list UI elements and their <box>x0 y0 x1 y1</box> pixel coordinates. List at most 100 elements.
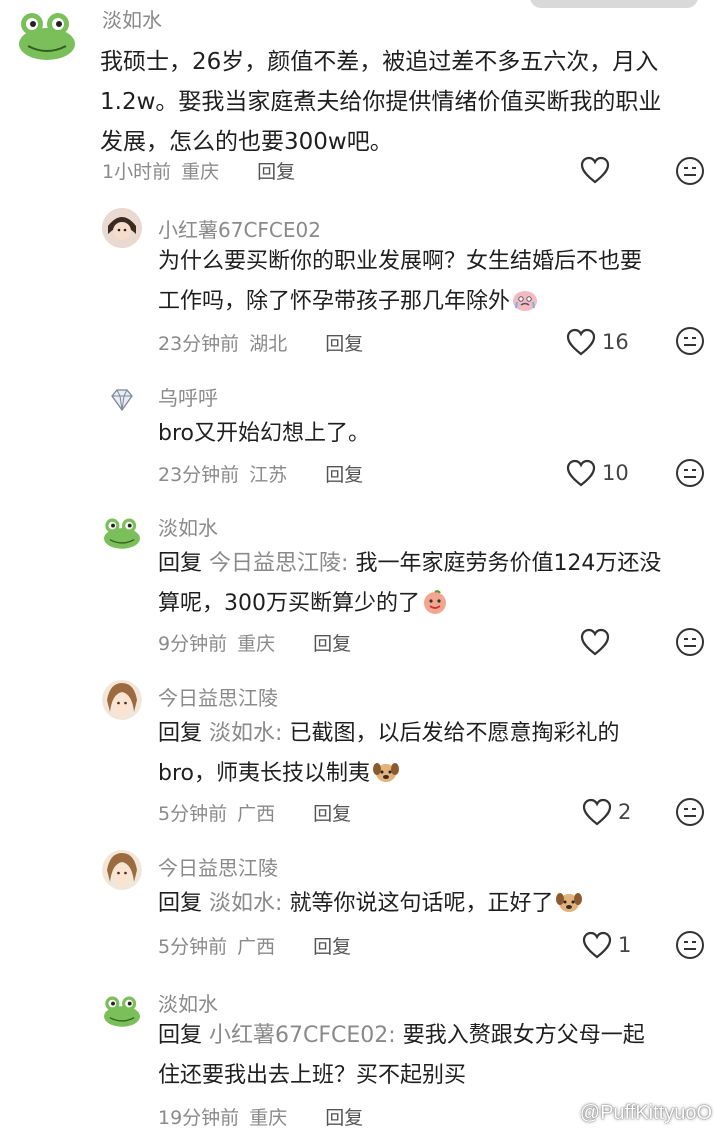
like-button[interactable]: 16 <box>566 328 629 356</box>
meh-face-icon <box>676 327 704 355</box>
comment-location: 重庆 <box>181 161 220 183</box>
avatar[interactable] <box>100 992 144 1028</box>
reply-button[interactable]: 回复 <box>313 803 351 825</box>
avatar[interactable] <box>100 514 144 550</box>
dislike-button[interactable] <box>675 458 705 492</box>
reply-item: 今日益思江陵 回复 淡如水: 已截图，以后发给不愿意掏彩礼的 bro，师夷长技以… <box>0 670 720 840</box>
comment-line: 算呢，300万买断算少的了 <box>158 584 661 628</box>
comment-location: 湖北 <box>249 333 288 355</box>
comment-time: 9分钟前 <box>158 633 228 655</box>
comment-location: 广西 <box>237 936 276 958</box>
diamond-avatar-icon <box>111 389 133 412</box>
reply-button[interactable]: 回复 <box>257 161 295 183</box>
reply-item: 今日益思江陵 回复 淡如水: 就等你说这句话呢，正好了 5分钟前 广西 回复 1 <box>0 840 720 980</box>
comment-line: 回复 今日益思江陵: 我一年家庭劳务价值124万还没 <box>158 544 661 584</box>
meh-face-icon <box>676 157 704 185</box>
comment-meta: 19分钟前 重庆 回复 <box>158 1103 373 1130</box>
reply-button[interactable]: 回复 <box>325 1107 363 1129</box>
comment-text: 回复 淡如水: 已截图，以后发给不愿意掏彩礼的 bro，师夷长技以制夷 <box>158 714 619 798</box>
heart-outline-icon <box>582 931 612 959</box>
reply-target-name[interactable]: 小红薯67CFCE02: <box>209 1023 396 1048</box>
comment-line-text: 要我入赘跟女方父母一起 <box>402 1023 645 1048</box>
comment-author[interactable]: 淡如水 <box>102 4 162 33</box>
comment-time: 5分钟前 <box>158 803 228 825</box>
comment-line-text: 就等你说这句话呢，正好了 <box>289 891 554 916</box>
comment-location: 重庆 <box>237 633 276 655</box>
comment-line: 住还要我出去上班？买不起别买 <box>158 1063 467 1088</box>
comment-author[interactable]: 乌呼呼 <box>158 382 218 411</box>
reply-target-name[interactable]: 淡如水: <box>209 721 282 746</box>
reply-button[interactable]: 回复 <box>325 333 363 355</box>
crying-face-emoji-icon <box>512 286 538 326</box>
comment-location: 重庆 <box>249 1107 288 1129</box>
like-button[interactable] <box>580 628 610 656</box>
reply-button[interactable]: 回复 <box>313 936 351 958</box>
reply-button[interactable]: 回复 <box>325 464 363 486</box>
comment-location: 江苏 <box>249 464 288 486</box>
watermark-text: @PuffKittyuoO <box>579 1102 712 1124</box>
comment-line: bro又开始幻想上了。 <box>158 421 370 446</box>
meh-face-icon <box>676 798 704 826</box>
avatar[interactable] <box>102 680 142 720</box>
girl-avatar-icon <box>102 208 142 248</box>
avatar[interactable] <box>108 386 136 414</box>
comment-text: 回复 淡如水: 就等你说这句话呢，正好了 <box>158 884 583 928</box>
reply-prefix: 回复 <box>158 551 203 576</box>
dislike-button[interactable] <box>675 930 705 964</box>
like-button[interactable]: 10 <box>566 459 629 487</box>
comment-time: 1小时前 <box>102 161 172 183</box>
comment-text: 为什么要买断你的职业发展啊？女生结婚后不也要 工作吗，除了怀孕带孩子那几年除外 <box>158 242 642 326</box>
comment-meta: 5分钟前 广西 回复 <box>158 932 361 959</box>
comment-time: 19分钟前 <box>158 1107 240 1129</box>
like-button[interactable] <box>580 156 610 184</box>
heart-outline-icon <box>582 798 612 826</box>
anime-avatar-icon <box>102 680 142 720</box>
like-button[interactable]: 2 <box>582 798 631 826</box>
reply-item: 小红薯67CFCE02 为什么要买断你的职业发展啊？女生结婚后不也要 工作吗，除… <box>0 200 720 370</box>
comment-text: 回复 今日益思江陵: 我一年家庭劳务价值124万还没 算呢，300万买断算少的了 <box>158 544 661 628</box>
heart-outline-icon <box>566 459 596 487</box>
comment-line-text: 算呢，300万买断算少的了 <box>158 591 420 616</box>
comment-meta: 5分钟前 广西 回复 <box>158 799 361 826</box>
comment-text: bro又开始幻想上了。 <box>158 414 370 454</box>
reply-prefix: 回复 <box>158 1023 203 1048</box>
comment-line: 工作吗，除了怀孕带孩子那几年除外 <box>158 282 642 326</box>
comment-line: 发展，怎么的也要300w吧。 <box>100 129 393 155</box>
meh-face-icon <box>676 459 704 487</box>
comment-author[interactable]: 小红薯67CFCE02 <box>158 214 321 243</box>
anime-avatar-icon <box>102 850 142 890</box>
comment-line: 我硕士，26岁，颜值不差，被追过差不多五六次，月入 <box>100 49 659 75</box>
avatar[interactable] <box>14 6 80 62</box>
dislike-button[interactable] <box>675 627 705 661</box>
comment-author[interactable]: 今日益思江陵 <box>158 852 278 881</box>
reply-button[interactable]: 回复 <box>313 633 351 655</box>
comment-line-text: 已截图，以后发给不愿意掏彩礼的 <box>289 721 620 746</box>
frog-avatar-icon <box>104 996 140 1027</box>
comment-meta: 23分钟前 江苏 回复 <box>158 460 373 487</box>
like-count: 1 <box>618 933 632 957</box>
dog-face-emoji-icon <box>555 888 583 928</box>
dislike-button[interactable] <box>675 156 705 190</box>
dislike-button[interactable] <box>675 326 705 360</box>
reply-prefix: 回复 <box>158 891 203 916</box>
frog-avatar-icon <box>19 13 75 60</box>
dislike-button[interactable] <box>675 797 705 831</box>
comment-author[interactable]: 今日益思江陵 <box>158 682 278 711</box>
reply-target-name[interactable]: 今日益思江陵: <box>209 551 348 576</box>
comment-meta: 23分钟前 湖北 回复 <box>158 329 373 356</box>
watermark: @PuffKittyuoO <box>553 1102 712 1128</box>
avatar[interactable] <box>102 208 142 248</box>
comment-line-text: 工作吗，除了怀孕带孩子那几年除外 <box>158 289 511 314</box>
like-button[interactable]: 1 <box>582 931 631 959</box>
frog-avatar-icon <box>104 518 140 549</box>
reply-target-name[interactable]: 淡如水: <box>209 891 282 916</box>
comment-author[interactable]: 淡如水 <box>158 988 218 1017</box>
comment-line: 1.2w。娶我当家庭煮夫给你提供情绪价值买断我的职业 <box>100 89 662 115</box>
avatar[interactable] <box>102 850 142 890</box>
dog-face-emoji-icon <box>372 758 400 798</box>
comment-line: 为什么要买断你的职业发展啊？女生结婚后不也要 <box>158 249 643 274</box>
comment-line: 回复 淡如水: 就等你说这句话呢，正好了 <box>158 884 583 928</box>
reply-prefix: 回复 <box>158 721 203 746</box>
heart-outline-icon <box>580 628 610 656</box>
comment-author[interactable]: 淡如水 <box>158 512 218 541</box>
